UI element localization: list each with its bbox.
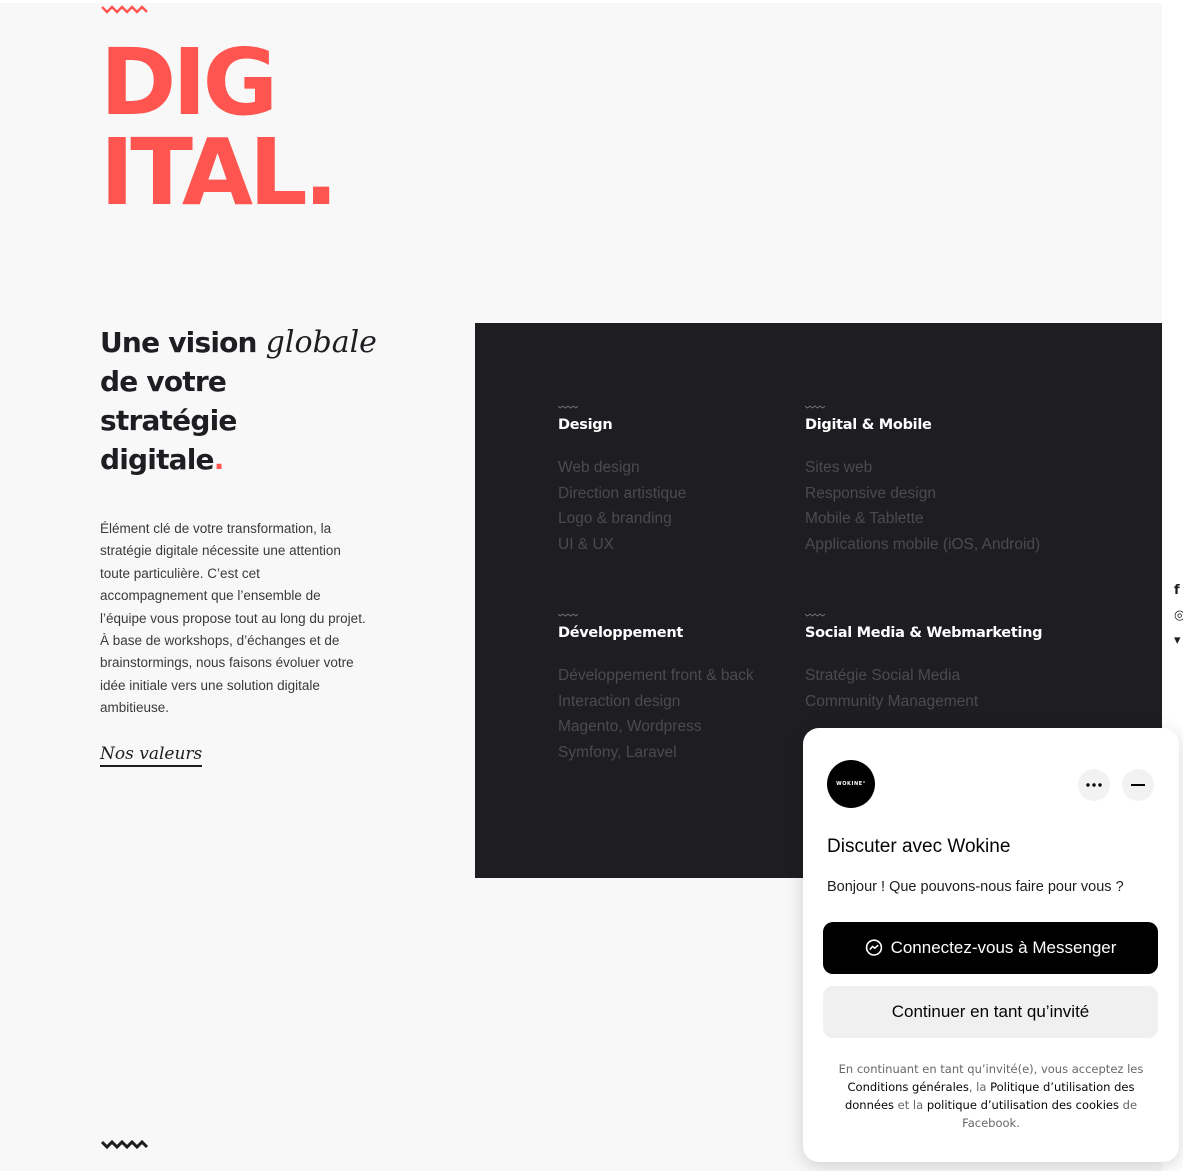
- service-item[interactable]: Stratégie Social Media: [805, 663, 1042, 689]
- legal-text: .: [1016, 1116, 1020, 1130]
- hero-title: DIG ITAL.: [100, 29, 339, 219]
- wokine-logo: WOKINE°: [827, 760, 875, 808]
- facebook-icon[interactable]: f: [1174, 578, 1183, 603]
- twitter-icon[interactable]: ▾: [1174, 628, 1183, 653]
- more-dots-icon: [1086, 783, 1102, 787]
- mini-squiggle-icon: [805, 405, 825, 409]
- service-digital-mobile: Digital & Mobile Sites web Responsive de…: [805, 405, 1040, 557]
- service-design: Design Web design Direction artistique L…: [558, 405, 686, 557]
- top-squiggle-icon: [101, 4, 149, 14]
- nos-valeurs-link[interactable]: Nos valeurs: [100, 744, 203, 767]
- service-item[interactable]: Sites web: [805, 455, 1040, 481]
- hero-title-line1: DIG: [100, 29, 278, 136]
- messenger-login-button[interactable]: Connectez-vous à Messenger: [823, 922, 1158, 974]
- terms-link[interactable]: Conditions générales: [848, 1080, 969, 1094]
- legal-text: et la: [894, 1098, 927, 1112]
- service-item[interactable]: UI & UX: [558, 532, 686, 558]
- service-item[interactable]: Web design: [558, 455, 686, 481]
- vision-dot: .: [213, 443, 225, 476]
- legal-notice: En continuant en tant qu’invité(e), vous…: [833, 1060, 1149, 1132]
- service-title: Design: [558, 417, 613, 433]
- hero-title-line2-text: ITAL: [100, 119, 308, 226]
- legal-text: de: [1118, 1098, 1138, 1112]
- mini-squiggle-icon: [805, 613, 825, 617]
- service-item[interactable]: Symfony, Laravel: [558, 740, 754, 766]
- service-item[interactable]: Interaction design: [558, 689, 754, 715]
- social-icons: f ◎ ▾: [1174, 578, 1183, 653]
- vision-italic: globale: [265, 325, 377, 360]
- vision-line4: digitale: [100, 443, 215, 476]
- intro-paragraph: Élément clé de votre transformation, la …: [100, 521, 366, 716]
- legal-text: En continuant en tant qu’invité(e), vous…: [838, 1062, 1144, 1076]
- hero-title-dot: .: [303, 119, 339, 226]
- service-item[interactable]: Mobile & Tablette: [805, 506, 1040, 532]
- service-title: Développement: [558, 625, 683, 641]
- messenger-icon: [865, 939, 882, 956]
- service-social-media: Social Media & Webmarketing Stratégie So…: [805, 613, 1043, 715]
- legal-text: Facebook: [962, 1116, 1017, 1130]
- chat-greeting: Bonjour ! Que pouvons-nous faire pour vo…: [827, 879, 1124, 895]
- service-item[interactable]: Magento, Wordpress: [558, 714, 754, 740]
- minimize-button[interactable]: [1122, 769, 1154, 801]
- bottom-squiggle-icon: [101, 1138, 149, 1150]
- service-item[interactable]: Développement front & back: [558, 663, 754, 689]
- mini-squiggle-icon: [558, 405, 578, 409]
- continue-as-guest-button[interactable]: Continuer en tant qu’invité: [823, 986, 1158, 1038]
- messenger-login-label: Connectez-vous à Messenger: [890, 938, 1117, 957]
- service-title: Social Media & Webmarketing: [805, 625, 1043, 641]
- more-options-button[interactable]: [1078, 769, 1110, 801]
- hero-title-line2: ITAL.: [100, 127, 339, 219]
- vision-heading: Une vision globale de votre stratégie di…: [100, 323, 400, 479]
- continue-as-guest-label: Continuer en tant qu’invité: [891, 1002, 1090, 1021]
- chat-title: Discuter avec Wokine: [827, 836, 1011, 857]
- vision-line2: de votre: [100, 365, 227, 398]
- service-developpement: Développement Développement front & back…: [558, 613, 754, 765]
- instagram-icon[interactable]: ◎: [1174, 603, 1183, 628]
- service-item[interactable]: Community Management: [805, 689, 1042, 715]
- service-item[interactable]: Applications mobile (iOS, Android): [805, 532, 1040, 558]
- cookies-policy-link[interactable]: politique d’utilisation des cookies: [927, 1098, 1119, 1112]
- service-item[interactable]: Direction artistique: [558, 481, 686, 507]
- service-item[interactable]: Responsive design: [805, 481, 1040, 507]
- legal-text: , la: [968, 1080, 991, 1094]
- vision-prefix: Une vision: [100, 326, 266, 359]
- service-title: Digital & Mobile: [805, 417, 932, 433]
- vision-line3: stratégie: [100, 404, 237, 437]
- service-item[interactable]: Logo & branding: [558, 506, 686, 532]
- messenger-chat-widget: WOKINE° Discuter avec Wokine Bonjour ! Q…: [803, 728, 1179, 1162]
- minimize-icon: [1131, 784, 1145, 786]
- mini-squiggle-icon: [558, 613, 578, 617]
